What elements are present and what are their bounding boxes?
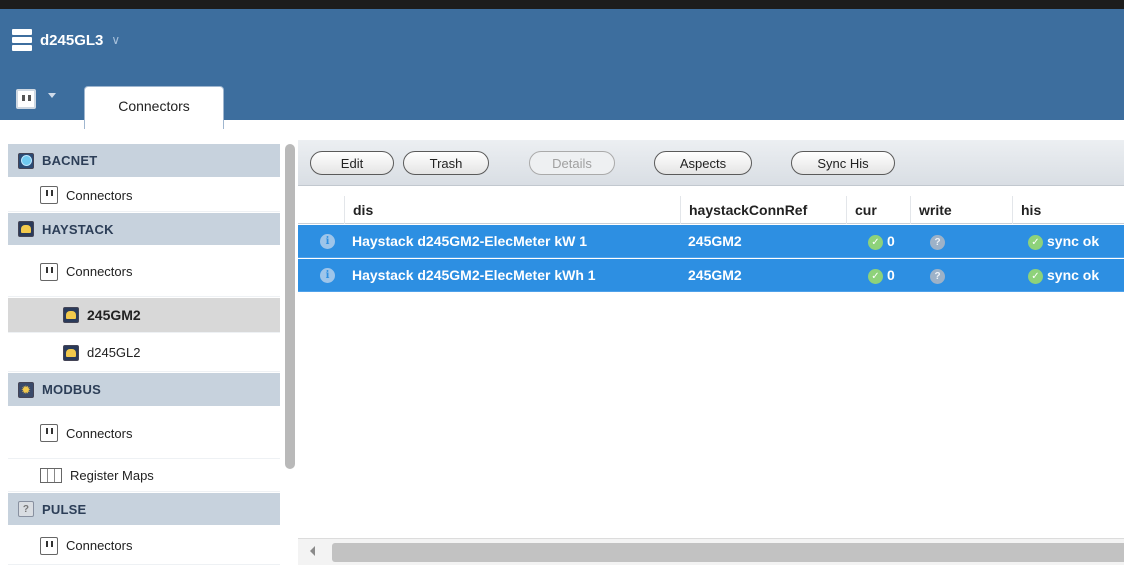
sidebar-section-label: HAYSTACK — [42, 221, 114, 237]
check-circle-icon: ✓ — [868, 268, 883, 284]
sidebar-section-label: PULSE — [42, 501, 87, 517]
sidebar-item-label: Connectors — [66, 425, 133, 441]
sidebar-item-modbus-connectors[interactable]: Connectors — [8, 408, 280, 459]
cell-his: ✓ sync ok — [1028, 225, 1099, 258]
sidebar-item-label: d245GL2 — [87, 345, 141, 360]
cell-haystackconnref: 245GM2 — [688, 267, 742, 283]
column-header-dis[interactable]: dis — [344, 196, 680, 224]
connector-app-icon[interactable] — [16, 89, 36, 109]
plug-icon — [40, 186, 58, 204]
haystack-icon — [63, 307, 79, 323]
sidebar-item-d245gl2[interactable]: d245GL2 — [8, 334, 280, 372]
sidebar-item-245gm2[interactable]: 245GM2 — [8, 298, 280, 333]
cell-write: ? — [930, 225, 945, 258]
sidebar-item-label: Connectors — [66, 538, 133, 553]
grid-header: dis haystackConnRef cur write his — [298, 196, 1124, 224]
sidebar-section-label: BACNET — [42, 153, 98, 168]
sidebar-item-label: 245GM2 — [87, 307, 141, 323]
cell-his: ✓ sync ok — [1028, 259, 1099, 292]
check-circle-icon: ✓ — [1028, 268, 1043, 284]
server-icon — [12, 29, 32, 51]
cell-dis: Haystack d245GM2-ElecMeter kWh 1 — [352, 267, 596, 283]
his-status: sync ok — [1047, 233, 1100, 249]
sidebar-item-haystack-connectors[interactable]: Connectors — [8, 247, 280, 297]
column-header-cur[interactable]: cur — [846, 196, 910, 224]
cell-cur: ✓ 0 — [868, 259, 895, 292]
cur-value: 0 — [887, 233, 895, 249]
sidebar-item-label: Register Maps — [70, 468, 154, 483]
sidebar-item-label: Connectors — [66, 187, 133, 203]
column-header-haystackconnref[interactable]: haystackConnRef — [680, 196, 846, 224]
edit-button[interactable]: Edit — [310, 151, 394, 175]
chevron-down-icon[interactable]: ∨ — [111, 33, 120, 47]
check-circle-icon: ✓ — [1028, 234, 1043, 250]
sidebar-item-label: Connectors — [66, 264, 133, 279]
details-button: Details — [529, 151, 615, 175]
his-status: sync ok — [1047, 267, 1100, 283]
sidebar-section-haystack[interactable]: HAYSTACK — [8, 213, 280, 246]
sidebar-item-pulse-connectors[interactable]: Connectors — [8, 527, 280, 565]
info-icon[interactable]: i — [320, 268, 335, 283]
sidebar-section-label: MODBUS — [42, 382, 101, 397]
toolbar: Edit Trash Details Aspects Sync His — [298, 140, 1124, 186]
cell-dis: Haystack d245GM2-ElecMeter kW 1 — [352, 233, 587, 249]
trash-button[interactable]: Trash — [403, 151, 489, 175]
grid-horizontal-scrollbar[interactable] — [298, 538, 1124, 565]
cell-cur: ✓ 0 — [868, 225, 895, 258]
sidebar-item-register-maps[interactable]: Register Maps — [8, 460, 280, 492]
sidebar-section-modbus[interactable]: MODBUS — [8, 373, 280, 407]
haystack-icon — [63, 344, 79, 361]
column-header-his[interactable]: his — [1012, 196, 1124, 224]
plug-icon — [40, 536, 58, 555]
column-header-write[interactable]: write — [910, 196, 986, 224]
sidebar-item-bacnet-connectors[interactable]: Connectors — [8, 179, 280, 212]
tab-connectors[interactable]: Connectors — [84, 86, 224, 129]
app-header: d245GL3 ∨ Connectors — [0, 0, 1124, 129]
check-circle-icon: ✓ — [868, 234, 883, 250]
cell-write: ? — [930, 259, 945, 292]
sidebar-section-pulse[interactable]: PULSE — [8, 493, 280, 526]
scroll-left-arrow-icon[interactable] — [310, 546, 315, 556]
project-selector[interactable]: d245GL3 ∨ — [12, 29, 120, 51]
info-icon[interactable]: i — [320, 234, 335, 249]
caret-down-icon[interactable] — [48, 93, 56, 98]
plug-icon — [40, 262, 58, 281]
aspects-button[interactable]: Aspects — [654, 151, 752, 175]
scrollbar-thumb[interactable] — [332, 543, 1124, 562]
plug-icon — [40, 424, 58, 442]
sidebar-nav: BACNET Connectors HAYSTACK Connectors 24… — [0, 140, 282, 565]
table-row[interactable]: i Haystack d245GM2-ElecMeter kWh 1 245GM… — [298, 259, 1124, 292]
modbus-icon — [18, 381, 34, 398]
question-circle-icon: ? — [930, 234, 945, 250]
pulse-icon — [18, 501, 34, 517]
table-row[interactable]: i Haystack d245GM2-ElecMeter kW 1 245GM2… — [298, 225, 1124, 258]
haystack-icon — [18, 221, 34, 237]
question-circle-icon: ? — [930, 268, 945, 284]
sync-his-button[interactable]: Sync His — [791, 151, 895, 175]
bacnet-icon — [18, 152, 34, 169]
grid-icon — [40, 468, 62, 483]
sidebar-section-bacnet[interactable]: BACNET — [8, 144, 280, 178]
sidebar-scrollbar[interactable] — [285, 144, 295, 469]
cell-haystackconnref: 245GM2 — [688, 233, 742, 249]
project-name: d245GL3 — [40, 31, 104, 49]
cur-value: 0 — [887, 267, 895, 283]
